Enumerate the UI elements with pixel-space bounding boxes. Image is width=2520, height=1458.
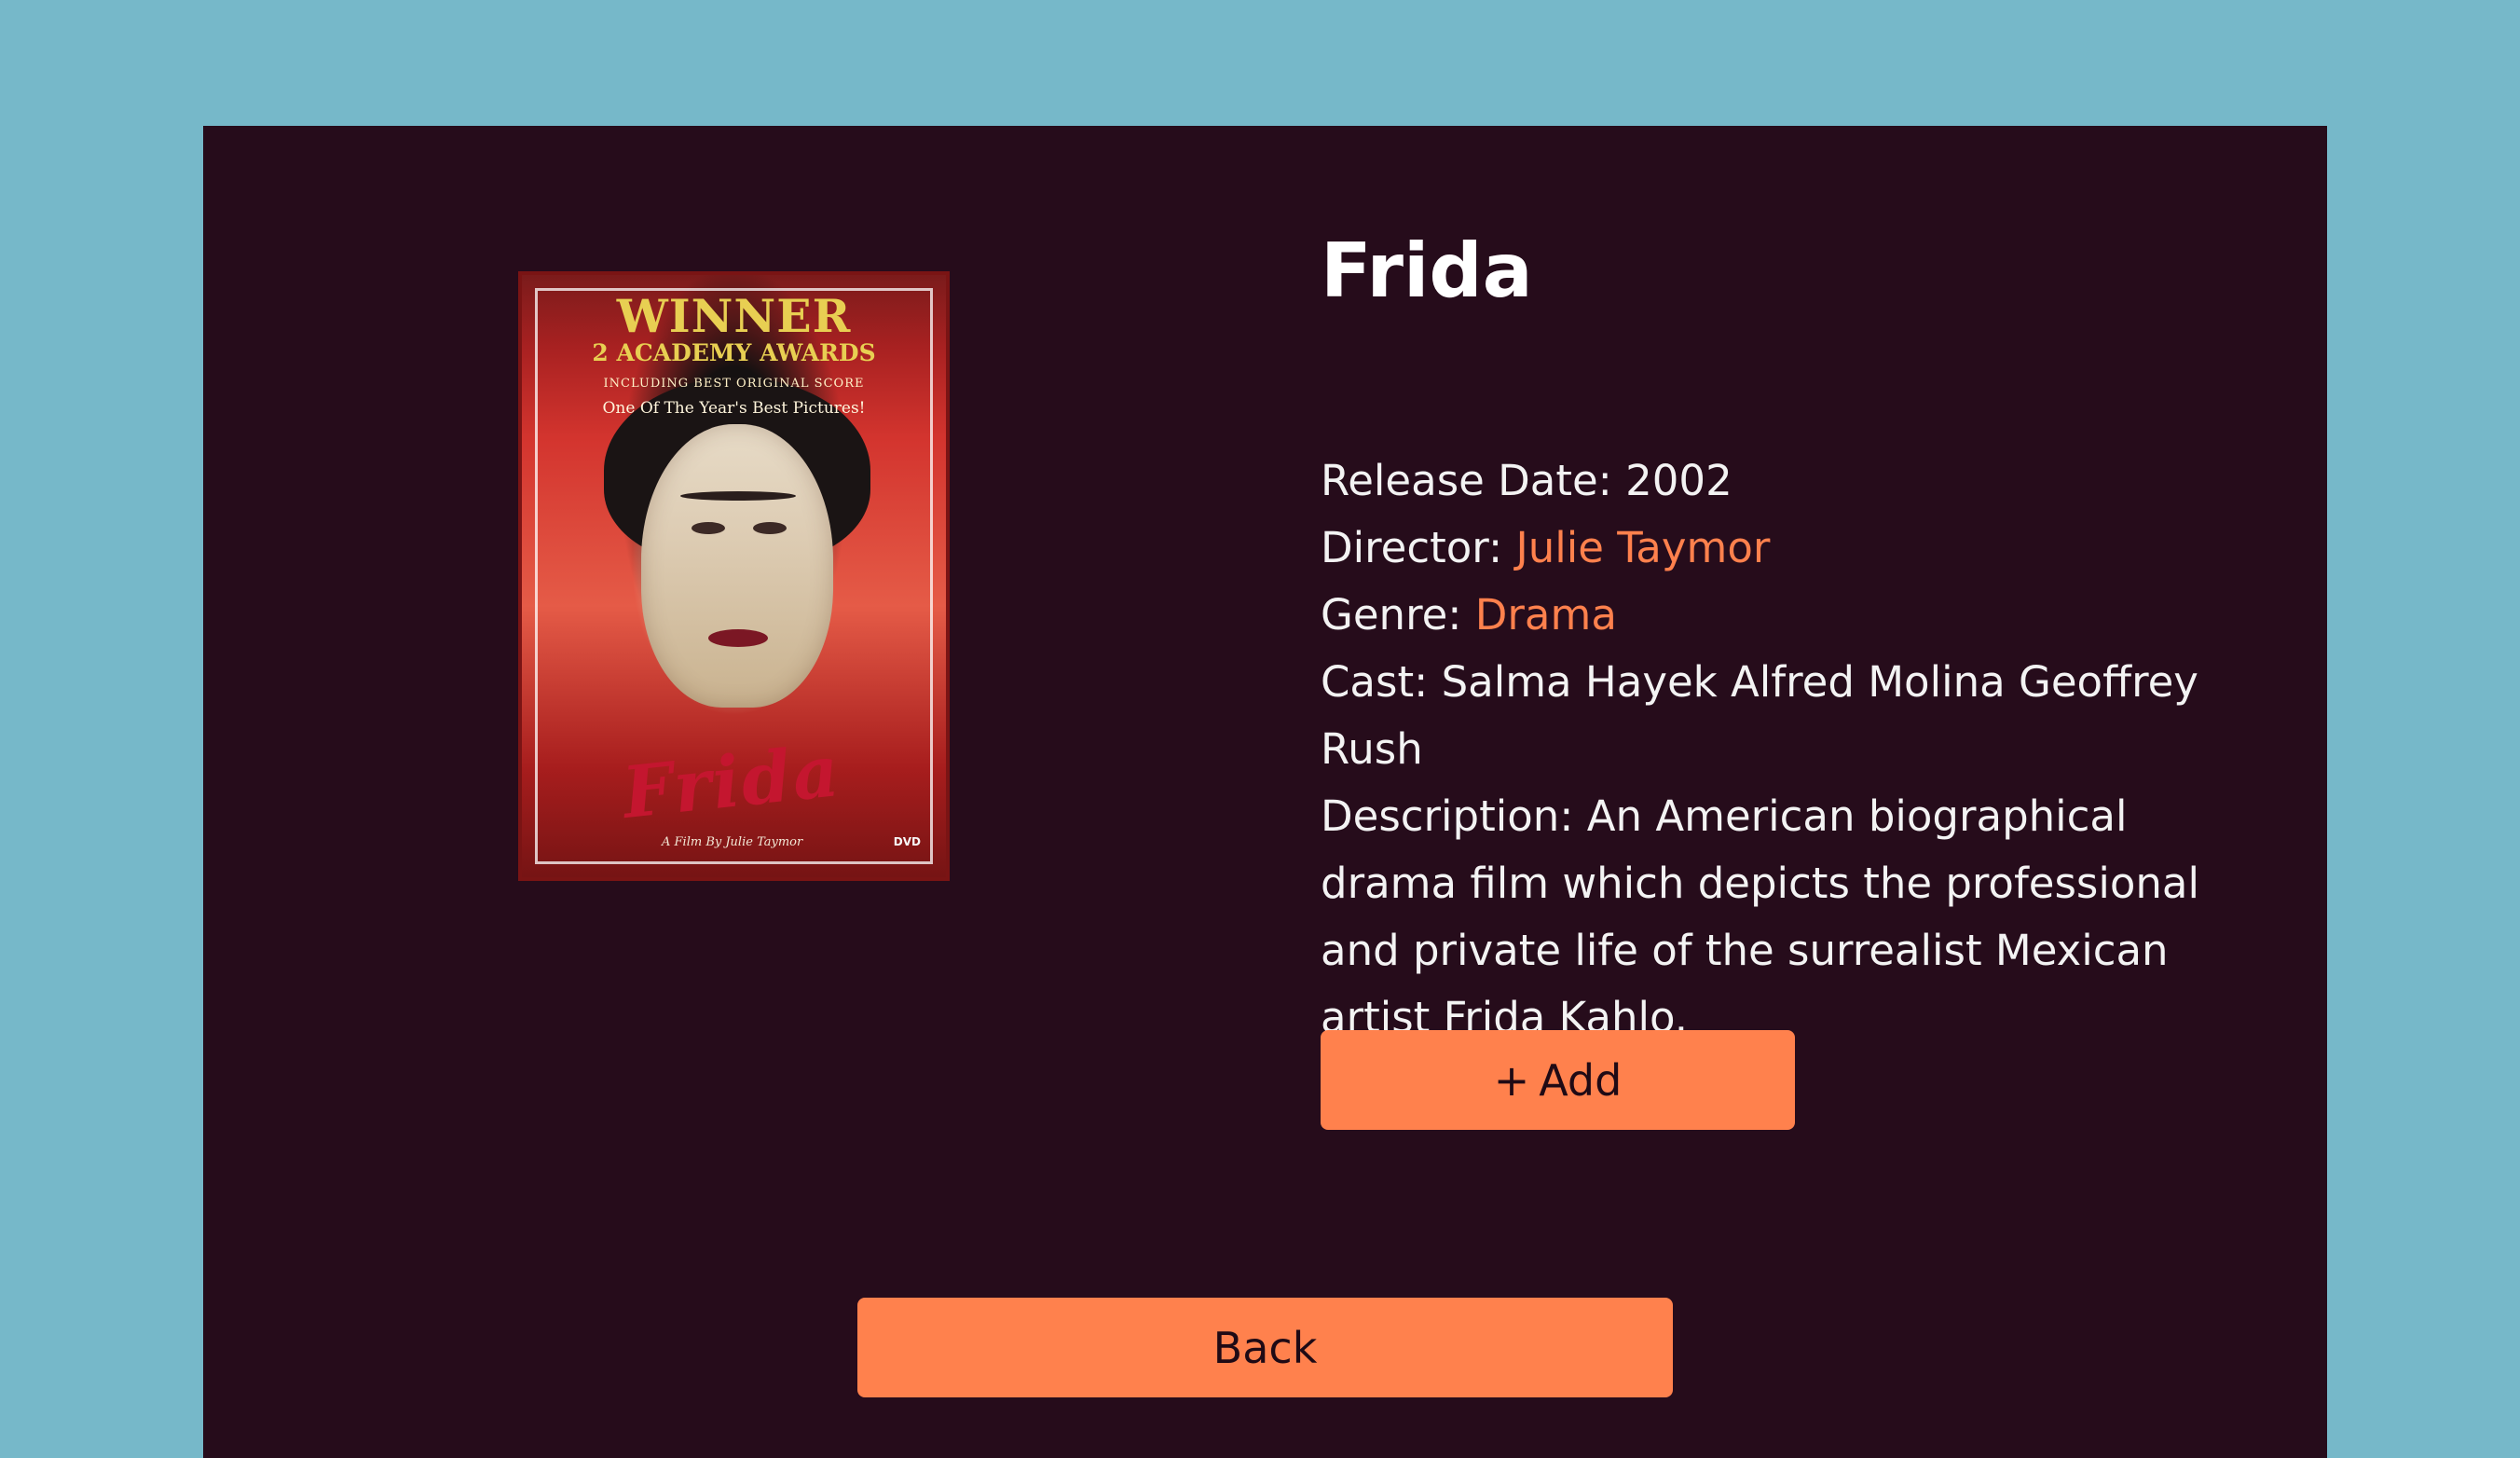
plus-icon: + xyxy=(1493,1054,1530,1106)
poster-right-eye-graphic xyxy=(753,522,787,534)
director-row: Director: Julie Taymor xyxy=(1321,515,2271,582)
poster-tagline-text: One Of The Year's Best Pictures! xyxy=(602,399,866,418)
release-date-row: Release Date: 2002 xyxy=(1321,447,2271,515)
description-row: Description: An American biographical dr… xyxy=(1321,783,2271,1052)
release-date-label: Release Date: xyxy=(1321,456,1612,505)
poster-subtitle-text: A Film By Julie Taymor xyxy=(662,835,803,849)
poster-dvd-badge: DVD xyxy=(893,835,921,848)
poster-awards-text: 2 ACADEMY AWARDS xyxy=(592,339,876,366)
cast-value: Salma Hayek Alfred Molina Geoffrey Rush xyxy=(1321,657,2198,774)
poster-face-graphic xyxy=(641,424,833,708)
poster-brow-graphic xyxy=(680,491,796,501)
cast-label: Cast: xyxy=(1321,657,1429,707)
movie-details: Release Date: 2002 Director: Julie Taymo… xyxy=(1321,447,2271,1052)
poster-left-eye-graphic xyxy=(692,522,725,534)
poster-winner-text: WINNER xyxy=(616,289,852,343)
poster-score-text: INCLUDING BEST ORIGINAL SCORE xyxy=(603,377,865,391)
movie-details-card: WINNER 2 ACADEMY AWARDS INCLUDING BEST O… xyxy=(203,126,2327,1458)
back-button[interactable]: Back xyxy=(857,1298,1673,1397)
description-label: Description: xyxy=(1321,791,1574,841)
genre-label: Genre: xyxy=(1321,590,1462,640)
movie-title: Frida xyxy=(1321,227,1533,314)
director-label: Director: xyxy=(1321,523,1503,572)
genre-row: Genre: Drama xyxy=(1321,582,2271,649)
add-button-label: Add xyxy=(1539,1054,1623,1106)
genre-link[interactable]: Drama xyxy=(1475,590,1617,640)
release-date-value: 2002 xyxy=(1625,456,1732,505)
movie-poster: WINNER 2 ACADEMY AWARDS INCLUDING BEST O… xyxy=(518,271,950,881)
poster-title-text: Frida xyxy=(618,729,844,834)
poster-mouth-graphic xyxy=(708,629,768,647)
director-link[interactable]: Julie Taymor xyxy=(1515,523,1770,572)
add-button[interactable]: + Add xyxy=(1321,1030,1795,1130)
cast-row: Cast: Salma Hayek Alfred Molina Geoffrey… xyxy=(1321,649,2271,783)
poster-header-text: WINNER 2 ACADEMY AWARDS INCLUDING BEST O… xyxy=(539,294,929,417)
